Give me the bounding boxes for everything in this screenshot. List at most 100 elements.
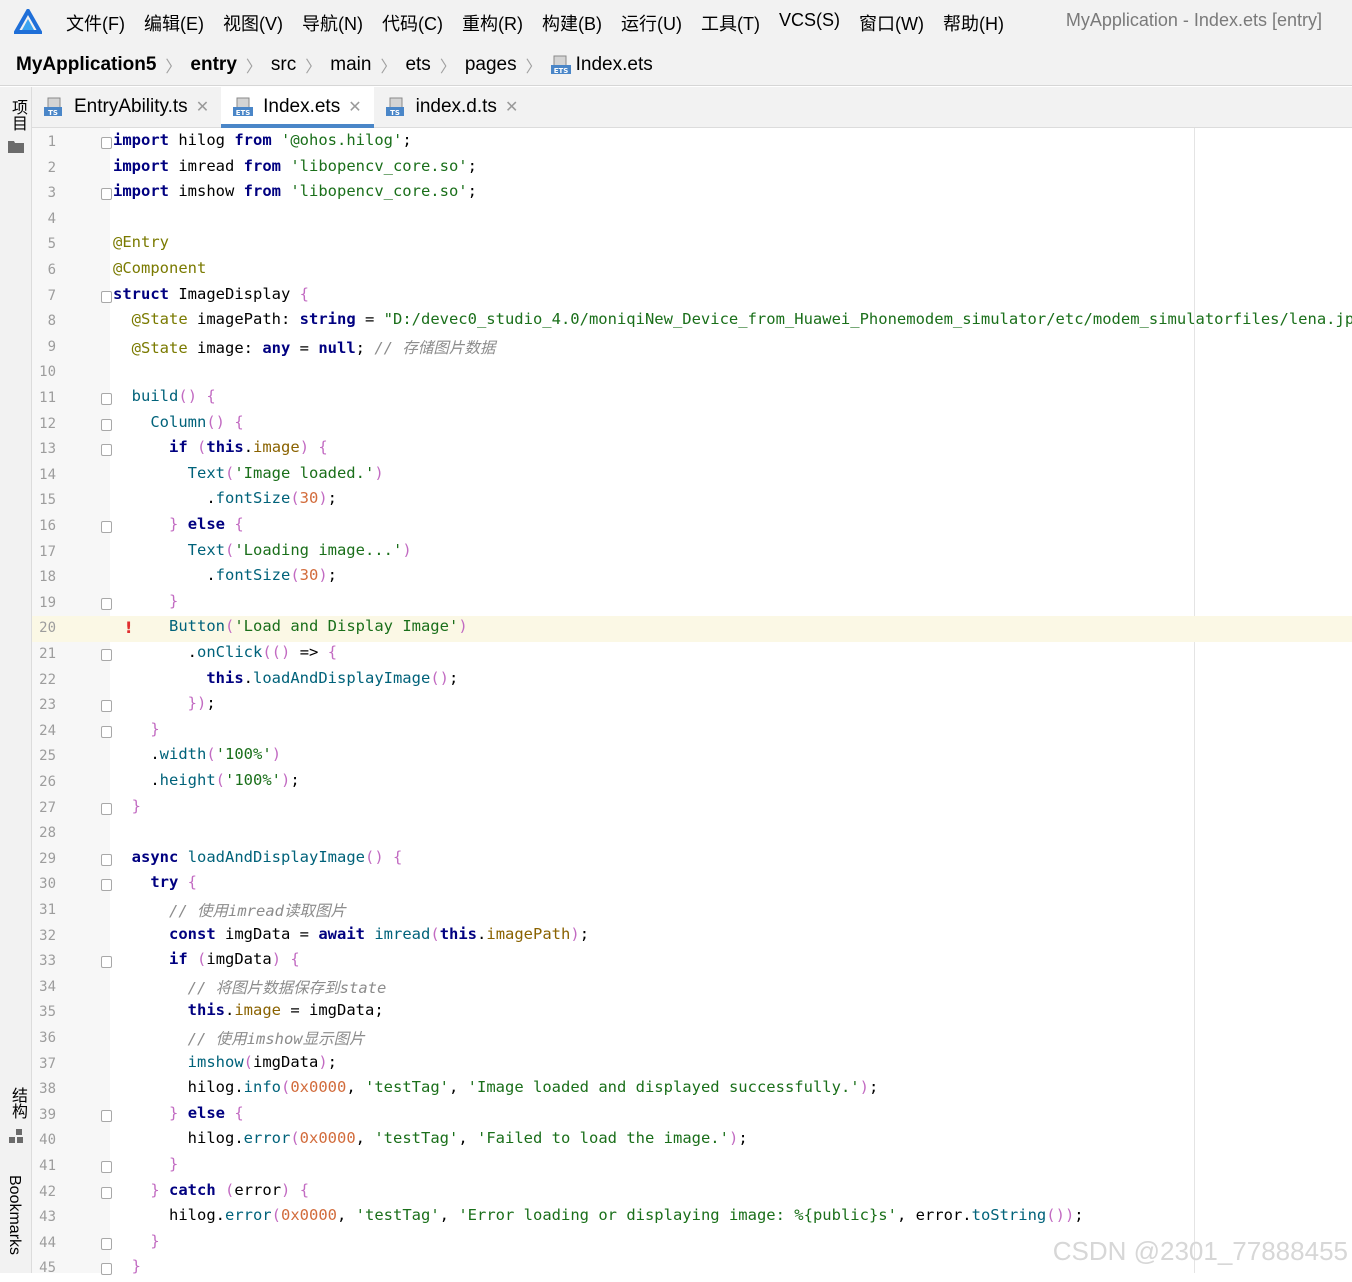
breadcrumb-project[interactable]: MyApplication5 (16, 54, 156, 76)
structure-tool-button[interactable]: 结构 (5, 1087, 29, 1119)
line-number[interactable]: 17 (32, 544, 56, 560)
code-line[interactable]: 24 } (32, 719, 1352, 745)
code-line[interactable]: 27 } (32, 796, 1352, 822)
code-line[interactable]: 7 struct ImageDisplay { (32, 284, 1352, 310)
line-number[interactable]: 33 (32, 953, 56, 969)
code-line[interactable]: 13 if (this.image) { (32, 437, 1352, 463)
breadcrumb-src[interactable]: src (271, 54, 296, 76)
fold-marker-icon[interactable] (101, 1161, 112, 1173)
code-line[interactable]: 21 .onClick(() => { (32, 642, 1352, 668)
line-number[interactable]: 44 (32, 1235, 56, 1251)
line-number[interactable]: 9 (32, 339, 56, 355)
menu-vcs[interactable]: VCS(S) (779, 10, 840, 36)
menu-tools[interactable]: 工具(T) (701, 10, 760, 36)
menu-refactor[interactable]: 重构(R) (462, 10, 523, 36)
line-number[interactable]: 24 (32, 723, 56, 739)
code-line[interactable]: 35 this.image = imgData; (32, 1000, 1352, 1026)
code-line[interactable]: 33 if (imgData) { (32, 949, 1352, 975)
code-line[interactable]: 29 async loadAndDisplayImage() { (32, 847, 1352, 873)
line-number[interactable]: 42 (32, 1184, 56, 1200)
code-line[interactable]: 12 Column() { (32, 412, 1352, 438)
close-icon[interactable]: ✕ (348, 97, 361, 117)
code-line[interactable]: 32 const imgData = await imread(this.ima… (32, 924, 1352, 950)
breadcrumb-file[interactable]: Index.ets (576, 54, 653, 76)
close-icon[interactable]: ✕ (196, 97, 209, 117)
line-number[interactable]: 13 (32, 441, 56, 457)
fold-marker-icon[interactable] (101, 444, 112, 457)
code-line[interactable]: 19 } (32, 591, 1352, 617)
code-line[interactable]: 10 (32, 360, 1352, 386)
fold-marker-icon[interactable] (101, 1186, 112, 1199)
code-line[interactable]: 41 } (32, 1154, 1352, 1180)
code-line[interactable]: 15 .fontSize(30); (32, 488, 1352, 514)
code-line[interactable]: 22 this.loadAndDisplayImage(); (32, 668, 1352, 694)
code-line[interactable]: 36 // 使用imshow显示图片 (32, 1026, 1352, 1052)
code-line[interactable]: 23 }); (32, 693, 1352, 719)
fold-marker-icon[interactable] (101, 649, 112, 661)
fold-marker-icon[interactable] (101, 1237, 112, 1250)
line-number[interactable]: 26 (32, 774, 56, 790)
fold-marker-icon[interactable] (101, 418, 112, 431)
code-line[interactable]: 31 // 使用imread读取图片 (32, 898, 1352, 924)
fold-marker-icon[interactable] (101, 700, 112, 713)
code-line[interactable]: 39 } else { (32, 1103, 1352, 1129)
code-line[interactable]: 4 (32, 207, 1352, 233)
code-line[interactable]: 20! Button('Load and Display Image') (32, 616, 1352, 642)
line-number[interactable]: 34 (32, 979, 56, 995)
line-number[interactable]: 35 (32, 1004, 56, 1020)
line-number[interactable]: 43 (32, 1209, 56, 1225)
line-number[interactable]: 5 (32, 236, 56, 252)
line-number[interactable]: 21 (32, 646, 56, 662)
code-line[interactable]: 5 @Entry (32, 232, 1352, 258)
fold-marker-icon[interactable] (101, 1263, 112, 1276)
line-number[interactable]: 32 (32, 928, 56, 944)
code-line[interactable]: 28 (32, 821, 1352, 847)
code-line[interactable]: 11 build() { (32, 386, 1352, 412)
close-icon[interactable]: ✕ (505, 97, 518, 117)
code-line[interactable]: 18 .fontSize(30); (32, 565, 1352, 591)
line-number[interactable]: 41 (32, 1158, 56, 1174)
code-line[interactable]: 26 .height('100%'); (32, 770, 1352, 796)
bookmarks-tool-button[interactable]: Bookmarks (5, 1175, 23, 1255)
line-number[interactable]: 8 (32, 313, 56, 329)
code-line[interactable]: 37 imshow(imgData); (32, 1052, 1352, 1078)
fold-marker-icon[interactable] (101, 188, 112, 201)
line-number[interactable]: 3 (32, 185, 56, 201)
menu-window[interactable]: 窗口(W) (859, 10, 924, 36)
line-number[interactable]: 15 (32, 492, 56, 508)
line-number[interactable]: 27 (32, 800, 56, 816)
menu-code[interactable]: 代码(C) (382, 10, 443, 36)
menu-run[interactable]: 运行(U) (621, 10, 682, 36)
line-number[interactable]: 19 (32, 595, 56, 611)
project-tool-button[interactable]: 项目 (5, 99, 29, 131)
line-number[interactable]: 22 (32, 672, 56, 688)
line-number[interactable]: 10 (32, 364, 56, 380)
line-number[interactable]: 30 (32, 876, 56, 892)
tab-index-ets[interactable]: ETS Index.ets ✕ (221, 87, 374, 128)
breadcrumb-pages[interactable]: pages (465, 54, 517, 76)
code-line[interactable]: 38 hilog.info(0x0000, 'testTag', 'Image … (32, 1077, 1352, 1103)
line-number[interactable]: 20 (32, 620, 56, 636)
code-line[interactable]: 42 } catch (error) { (32, 1180, 1352, 1206)
line-number[interactable]: 25 (32, 748, 56, 764)
code-line[interactable]: 34 // 将图片数据保存到state (32, 975, 1352, 1001)
code-line[interactable]: 14 Text('Image loaded.') (32, 463, 1352, 489)
menu-file[interactable]: 文件(F) (66, 10, 125, 36)
code-line[interactable]: 17 Text('Loading image...') (32, 540, 1352, 566)
code-line[interactable]: 16 } else { (32, 514, 1352, 540)
tab-entryability[interactable]: TS EntryAbility.ts ✕ (32, 87, 221, 127)
line-number[interactable]: 37 (32, 1056, 56, 1072)
code-line[interactable]: 43 hilog.error(0x0000, 'testTag', 'Error… (32, 1205, 1352, 1231)
breadcrumb-ets[interactable]: ets (405, 54, 430, 76)
fold-marker-icon[interactable] (101, 393, 112, 405)
code-line[interactable]: 6 @Component (32, 258, 1352, 284)
line-number[interactable]: 14 (32, 467, 56, 483)
line-number[interactable]: 28 (32, 825, 56, 841)
code-editor[interactable]: 1 import hilog from '@ohos.hilog'; 2 import… (32, 128, 1352, 1276)
menu-view[interactable]: 视图(V) (223, 10, 283, 36)
fold-marker-icon[interactable] (101, 290, 112, 303)
code-line[interactable]: 8 @State imagePath: string = "D:/devec0_… (32, 309, 1352, 335)
line-number[interactable]: 12 (32, 416, 56, 432)
fold-marker-icon[interactable] (101, 1109, 112, 1122)
line-number[interactable]: 11 (32, 390, 56, 406)
